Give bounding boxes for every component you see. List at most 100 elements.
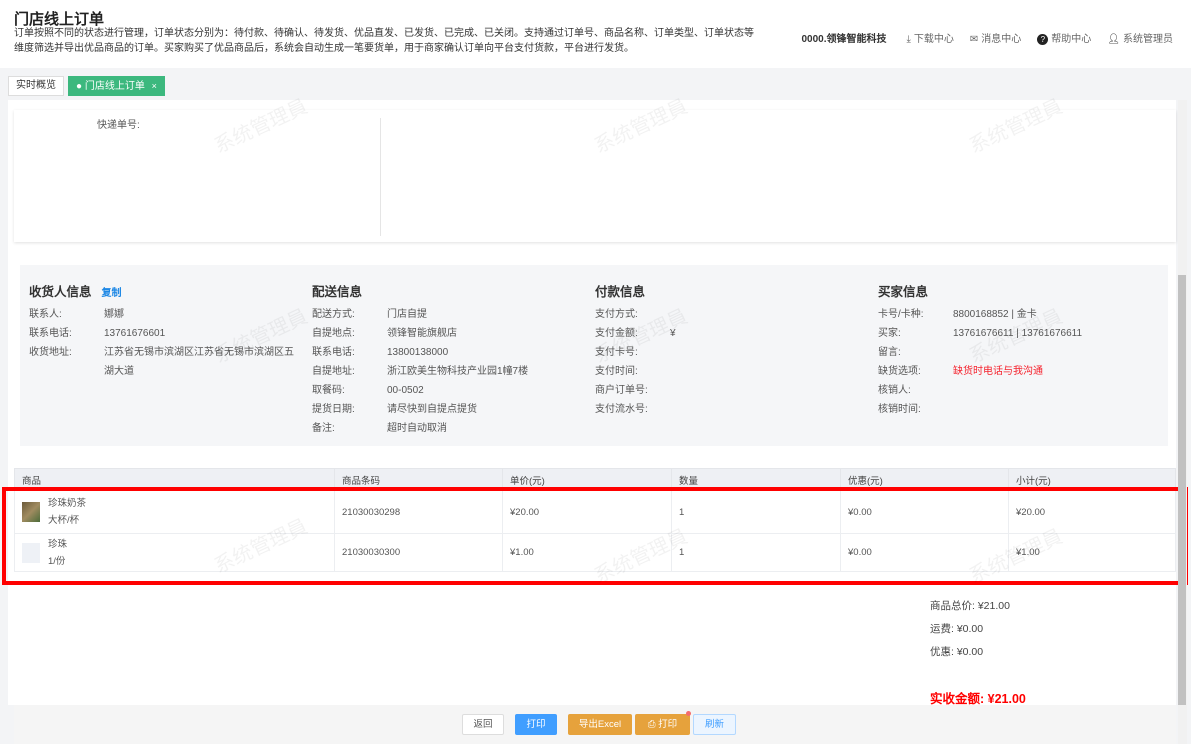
info-row: 支付卡号:	[595, 343, 865, 362]
field-label: 核销时间:	[878, 404, 921, 415]
order-info-panel: 收货人信息 复制 联系人: 娜娜 联系电话: 13761676601 收货地址: 江苏省…	[20, 265, 1168, 446]
field-label: 联系电话:	[29, 328, 72, 339]
info-row: 支付方式:	[595, 305, 865, 324]
page-description: 订单按照不同的状态进行管理，订单状态分别为：待付款、待确认、待发货、优品直发、已…	[14, 28, 754, 54]
field-label: 备注:	[312, 423, 335, 434]
print-button[interactable]: 打印	[515, 714, 557, 735]
field-label: 配送方式:	[312, 309, 355, 320]
table-row: 珍珠 1/份 21030030300 ¥1.00 1 ¥0.00 ¥1.00	[14, 533, 1176, 572]
scrollbar-thumb[interactable]	[1178, 275, 1186, 705]
print-preview-button[interactable]: ⎙ 打印	[635, 711, 691, 735]
field-label: 支付流水号:	[595, 404, 648, 415]
info-row: 卡号/卡种: 8800168852 | 金卡	[878, 305, 1158, 324]
copy-link[interactable]: 复制	[102, 288, 122, 299]
order-summary: 商品总价: ¥21.00 运费: ¥0.00 优惠: ¥0.00	[930, 598, 1010, 667]
download-center-link[interactable]: ⤓ 下载中心	[906, 30, 953, 45]
order-items-table: 商品 商品条码 单价(元) 数量 优惠(元) 小计(元) 珍珠奶茶 大杯/杯 21…	[14, 468, 1176, 572]
express-number-label: 快递单号:	[97, 120, 140, 131]
field-value: 门店自提	[387, 309, 427, 320]
export-excel-button[interactable]: 导出Excel	[568, 714, 632, 735]
tab-overview[interactable]: 实时概览	[8, 76, 64, 96]
table-row: 珍珠奶茶 大杯/杯 21030030298 ¥20.00 1 ¥0.00 ¥20.…	[14, 490, 1176, 534]
field-label: 支付方式:	[595, 309, 638, 320]
field-value: 8800168852 | 金卡	[953, 309, 1037, 320]
field-label: 缺货选项:	[878, 366, 921, 377]
product-image	[22, 542, 40, 563]
info-row: 联系电话: 13800138000	[312, 343, 582, 362]
help-icon: ?	[1037, 34, 1049, 45]
header-actions: 0000.领锋智能科技 ⤓ 下载中心 ✉ 消息中心 ? 帮助中心 👤︎ 系统管理员	[801, 30, 1173, 45]
org-name: 0000.领锋智能科技	[801, 34, 887, 45]
refresh-button[interactable]: 刷新	[693, 714, 736, 735]
tab-close-icon[interactable]: ×	[152, 81, 157, 91]
receiver-title: 收货人信息	[29, 285, 92, 299]
user-icon: 👤︎	[1107, 34, 1120, 45]
user-menu[interactable]: 👤︎ 系统管理员	[1107, 30, 1173, 45]
info-row: 支付时间:	[595, 362, 865, 381]
field-label: 核销人:	[878, 385, 911, 396]
info-row: 取餐码: 00-0502	[312, 381, 582, 400]
printer-icon: ⎙	[647, 719, 659, 730]
product-name: 珍珠奶茶	[48, 498, 87, 509]
quantity: 1	[671, 533, 841, 572]
tab-bar: 实时概览 ● 门店线上订单 ×	[8, 76, 165, 96]
field-value: 13800138000	[387, 347, 449, 358]
help-center-link[interactable]: ? 帮助中心	[1037, 30, 1091, 45]
product-spec: 1/份	[48, 555, 66, 567]
field-value: 浙江欧美生物科技产业园1幢7楼	[387, 366, 529, 377]
product-name: 珍珠	[48, 538, 68, 550]
field-label: 商户订单号:	[595, 385, 648, 396]
col-header: 优惠(元)	[840, 468, 1009, 491]
field-value: 13761676611 | 13761676611	[953, 328, 1083, 339]
col-header: 单价(元)	[502, 468, 672, 491]
field-label: 支付时间:	[595, 366, 638, 377]
discount: ¥0.00	[840, 533, 1009, 572]
field-value: ¥	[670, 328, 676, 339]
logistics-card	[14, 110, 1176, 242]
field-value: 江苏省无锡市滨湖区江苏省无锡市滨湖区五湖大道	[104, 347, 294, 377]
field-label: 卡号/卡种:	[878, 309, 924, 320]
field-label: 买家:	[878, 328, 901, 339]
info-row: 买家: 13761676611 | 13761676611	[878, 324, 1158, 343]
delivery-title: 配送信息	[312, 285, 363, 299]
info-row: 配送方式: 门店自提	[312, 305, 582, 324]
unit-price: ¥1.00	[502, 533, 672, 572]
divider	[380, 118, 381, 236]
discount: ¥0.00	[840, 490, 1009, 534]
info-row: 自提地点: 领锋智能旗舰店	[312, 324, 582, 343]
subtotal: ¥1.00	[1008, 533, 1176, 572]
field-value: 领锋智能旗舰店	[387, 328, 457, 339]
goods-total: 商品总价: ¥21.00	[930, 600, 1010, 612]
back-button[interactable]: 返回	[462, 714, 504, 735]
field-label: 取餐码:	[312, 385, 345, 396]
shipping-fee: 运费: ¥0.00	[930, 623, 984, 635]
info-row: 支付流水号:	[595, 400, 865, 419]
field-value: 请尽快到自提点提货	[387, 404, 477, 415]
info-row: 留言:	[878, 343, 1158, 362]
receiver-info: 收货人信息 复制 联系人: 娜娜 联系电话: 13761676601 收货地址: 江苏省…	[29, 281, 309, 381]
field-value: 超时自动取消	[387, 423, 447, 434]
field-label: 提货日期:	[312, 404, 355, 415]
buyer-info: 买家信息 卡号/卡种: 8800168852 | 金卡 买家: 13761676611…	[878, 281, 1158, 419]
field-value: 00-0502	[387, 385, 424, 396]
field-value: 13761676601	[104, 328, 166, 339]
col-header: 小计(元)	[1008, 468, 1176, 491]
message-center-link[interactable]: ✉ 消息中心	[970, 30, 1021, 45]
tab-store-online-orders[interactable]: ● 门店线上订单 ×	[68, 76, 165, 96]
field-label: 留言:	[878, 347, 901, 358]
notification-dot	[686, 711, 691, 716]
col-header: 数量	[671, 468, 841, 491]
field-label: 自提地点:	[312, 328, 355, 339]
col-header: 商品	[14, 468, 335, 491]
info-row: 支付金额: ¥	[595, 324, 865, 343]
info-row: 提货日期: 请尽快到自提点提货	[312, 400, 582, 419]
download-icon: ⤓	[906, 34, 911, 45]
discount-total: 优惠: ¥0.00	[930, 646, 984, 658]
unit-price: ¥20.00	[502, 490, 672, 534]
field-label: 联系人:	[29, 309, 62, 320]
info-row: 备注: 超时自动取消	[312, 419, 582, 438]
product-spec: 大杯/杯	[48, 515, 80, 526]
mail-icon: ✉	[969, 34, 979, 45]
field-label: 自提地址:	[312, 366, 355, 377]
subtotal: ¥20.00	[1008, 490, 1176, 534]
